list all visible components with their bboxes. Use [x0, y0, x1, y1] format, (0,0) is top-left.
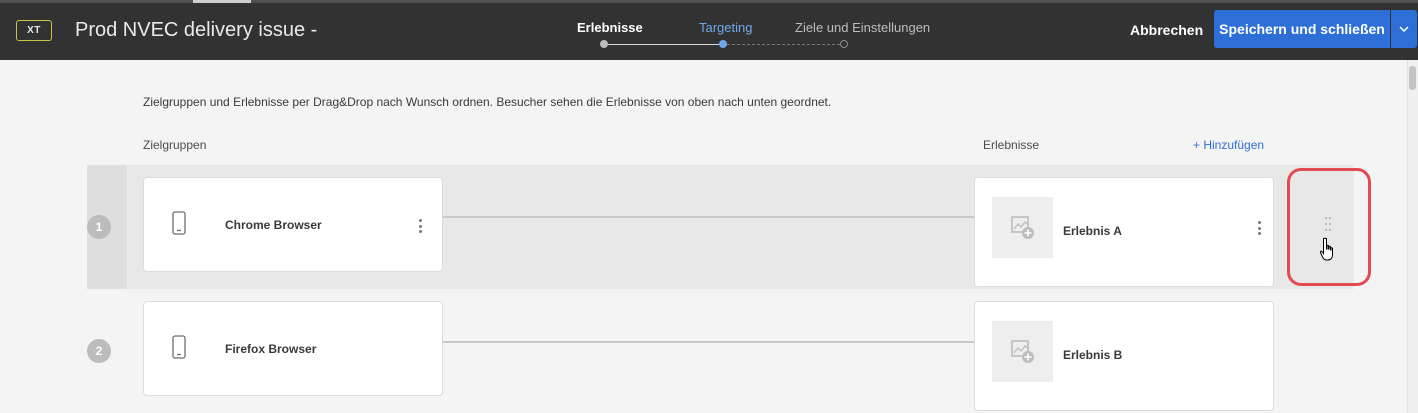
mobile-device-icon [172, 335, 186, 359]
hand-cursor-icon [1319, 237, 1333, 261]
experience-card-b[interactable]: Erlebnis B [974, 301, 1274, 411]
vertical-scrollbar[interactable] [1407, 60, 1418, 413]
cancel-button[interactable]: Abbrechen [1122, 20, 1211, 40]
save-and-close-button[interactable]: Speichern und schließen [1214, 10, 1390, 48]
image-add-icon [1011, 340, 1034, 363]
audience-name: Chrome Browser [225, 218, 322, 232]
step-progress-line [608, 43, 719, 45]
experience-card-a[interactable]: Erlebnis A [974, 177, 1274, 287]
more-vertical-icon[interactable] [415, 218, 425, 234]
experience-thumbnail [992, 321, 1053, 382]
step-goals-settings[interactable]: Ziele und Einstellungen [795, 20, 930, 35]
step-dot-upcoming [840, 40, 848, 48]
audience-name: Firefox Browser [225, 342, 317, 356]
add-experience-link[interactable]: + Hinzufügen [1193, 138, 1264, 152]
audiences-column-label: Zielgruppen [143, 138, 207, 152]
experiences-column-label: Erlebnisse [983, 138, 1040, 152]
row-drag-handle[interactable] [1287, 168, 1371, 286]
step-dot-completed [600, 40, 608, 48]
audience-card-firefox[interactable]: Firefox Browser [143, 301, 443, 396]
row-number-2: 2 [87, 339, 111, 363]
experience-name: Erlebnis B [1063, 348, 1123, 362]
step-remaining-line [727, 43, 840, 45]
mobile-device-icon [172, 211, 186, 235]
instruction-text: Zielgruppen und Erlebnisse per Drag&Drop… [143, 95, 832, 109]
top-header: XT Prod NVEC delivery issue - Erlebnisse… [0, 0, 1418, 60]
chevron-down-icon [1399, 26, 1409, 32]
activity-type-badge: XT [16, 20, 52, 41]
workflow-stepper: Erlebnisse Targeting Ziele und Einstellu… [560, 14, 940, 54]
save-options-dropdown[interactable] [1391, 10, 1417, 48]
step-dot-active [719, 40, 727, 48]
step-experiences[interactable]: Erlebnisse [577, 20, 643, 35]
activity-title[interactable]: Prod NVEC delivery issue - [75, 19, 317, 42]
image-add-icon [1011, 216, 1034, 239]
header-active-segment [193, 0, 251, 3]
experience-thumbnail [992, 197, 1053, 258]
step-targeting[interactable]: Targeting [699, 20, 752, 35]
row-number-1: 1 [87, 215, 111, 239]
audience-card-chrome[interactable]: Chrome Browser [143, 177, 443, 272]
header-topline [0, 0, 1418, 3]
row-2-connector [443, 341, 974, 343]
drag-handle-icon [1325, 217, 1331, 233]
scrollbar-thumb[interactable] [1409, 66, 1416, 90]
experience-name: Erlebnis A [1063, 224, 1122, 238]
row-1-connector [443, 216, 974, 218]
more-vertical-icon[interactable] [1254, 220, 1264, 236]
